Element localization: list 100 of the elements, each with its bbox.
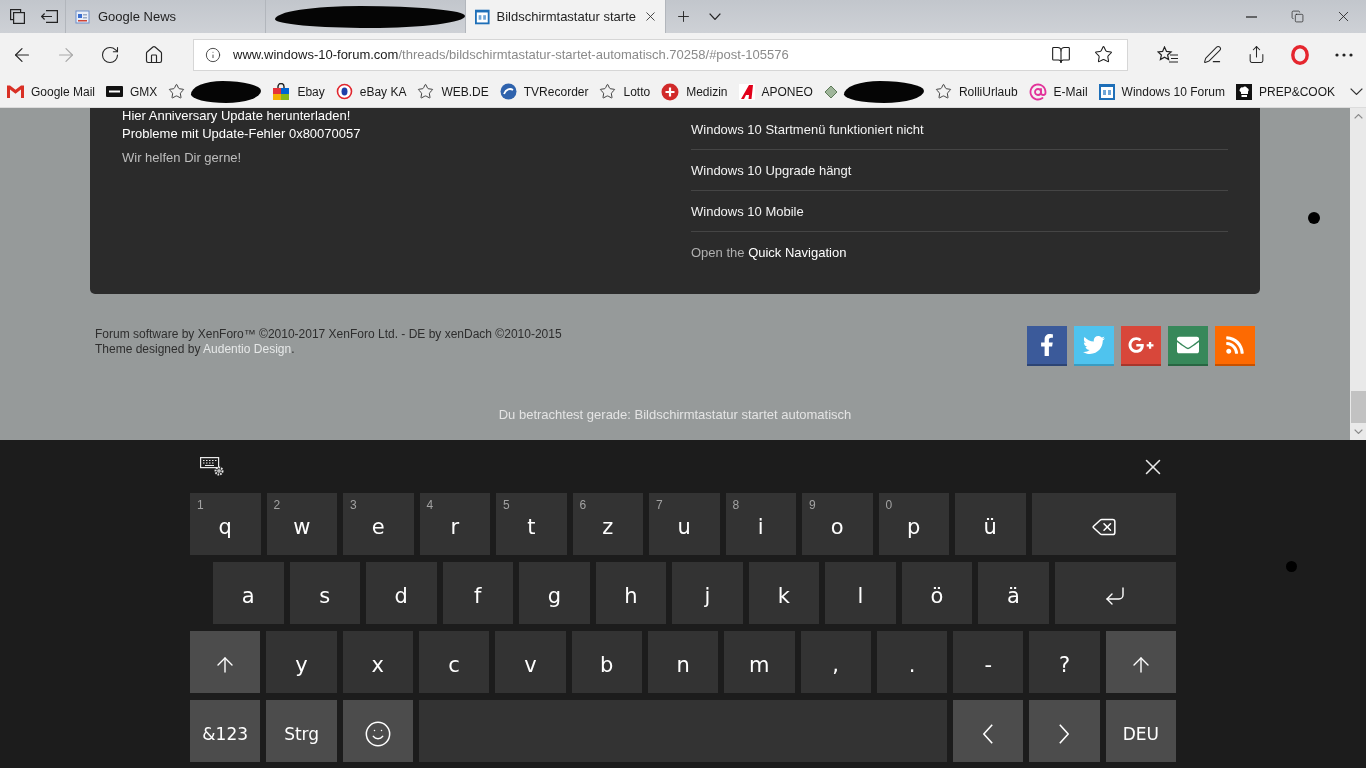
chevron-up-icon — [1353, 114, 1363, 119]
character-key[interactable]: . — [876, 631, 948, 693]
character-key[interactable]: v — [495, 631, 566, 693]
character-key[interactable]: l — [825, 562, 896, 624]
character-key[interactable]: ü — [955, 493, 1026, 555]
mail-icon — [7, 85, 24, 98]
star-icon — [1094, 45, 1113, 64]
plus-circle-icon — [661, 82, 680, 101]
character-key[interactable]: - — [953, 631, 1024, 693]
character-key[interactable]: m — [724, 631, 795, 693]
at-sign-icon — [1028, 82, 1047, 101]
rss-button[interactable] — [1215, 326, 1255, 366]
character-key[interactable]: b — [571, 631, 642, 693]
character-key[interactable]: 1 q — [190, 493, 261, 555]
shift-key[interactable] — [1105, 631, 1177, 693]
character-key[interactable]: g — [519, 562, 590, 624]
emoji-key[interactable] — [342, 700, 414, 762]
favorite-link[interactable]: Google Mail — [7, 84, 96, 99]
character-key[interactable]: , — [800, 631, 871, 693]
twitter-icon — [1083, 334, 1105, 356]
character-key[interactable]: s — [289, 562, 361, 624]
favorite-link[interactable]: Lotto — [599, 83, 651, 100]
tab[interactable] — [265, 0, 465, 33]
google-plus-button[interactable] — [1121, 326, 1161, 366]
ring-icon — [335, 83, 353, 100]
character-key[interactable]: a — [213, 562, 284, 624]
character-key[interactable]: ä — [978, 562, 1049, 624]
character-key[interactable]: 8 i — [725, 493, 796, 555]
quick-navigation-link[interactable]: Quick Navigation — [748, 245, 847, 260]
email-button[interactable] — [1168, 326, 1208, 366]
character-key[interactable]: 4 r — [419, 493, 490, 555]
character-key[interactable]: j — [672, 562, 743, 624]
favorite-link[interactable]: Windows 10 Forum — [1098, 83, 1225, 100]
character-key[interactable]: 5 t — [496, 493, 567, 555]
character-key[interactable]: d — [366, 562, 437, 624]
tab[interactable]: Bildschirmtastatur starte — [465, 0, 665, 33]
character-key[interactable]: h — [595, 562, 667, 624]
character-key[interactable]: 3 e — [343, 493, 414, 555]
character-key[interactable]: 2 w — [266, 493, 337, 555]
function-key[interactable]: Strg — [266, 700, 337, 762]
character-key[interactable]: y — [266, 631, 337, 693]
function-key[interactable]: DEU — [1105, 700, 1176, 762]
star-icon — [168, 83, 186, 100]
character-key[interactable]: x — [342, 631, 413, 693]
backspace-key[interactable] — [1031, 493, 1176, 555]
newspaper-icon — [75, 8, 91, 25]
dot-icon — [1286, 561, 1297, 572]
thread-link[interactable]: Windows 10 Mobile — [691, 203, 804, 219]
favorites-list-icon — [1157, 45, 1179, 64]
chevron-down-icon — [709, 13, 721, 20]
character-key[interactable]: f — [442, 562, 514, 624]
facebook-button[interactable] — [1027, 326, 1067, 366]
character-key[interactable]: ö — [901, 562, 973, 624]
character-key[interactable]: n — [647, 631, 719, 693]
character-key[interactable]: k — [748, 562, 820, 624]
left-key[interactable] — [952, 700, 1024, 762]
info-icon — [205, 46, 221, 63]
close-tab-button[interactable] — [643, 9, 658, 24]
character-key[interactable]: 0 p — [878, 493, 949, 555]
thread-link[interactable]: Hier Anniversary Update herunterladen! — [122, 108, 351, 124]
character-key[interactable]: c — [418, 631, 490, 693]
window-icon — [1098, 83, 1115, 100]
favorite-link[interactable]: GMX — [106, 84, 158, 99]
book-icon — [1050, 44, 1071, 65]
favorite-link[interactable]: APONEO — [738, 83, 813, 100]
minimize-icon — [1245, 15, 1257, 18]
thread-link[interactable]: Windows 10 Upgrade hängt — [691, 162, 852, 178]
favorite-link[interactable]: PREP&COOK — [1235, 83, 1335, 100]
favorite-link[interactable]: Ebay — [272, 82, 325, 101]
scrollbar-thumb[interactable] — [1350, 391, 1366, 423]
plus-icon — [675, 8, 692, 25]
star-icon — [934, 83, 952, 100]
restore-icon — [1290, 10, 1304, 23]
twitter-button[interactable] — [1074, 326, 1114, 366]
character-key[interactable]: 7 u — [649, 493, 720, 555]
favorite-link[interactable]: E-Mail — [1028, 82, 1088, 101]
refresh-icon — [100, 44, 120, 65]
favorite-link[interactable]: Medizin — [661, 82, 728, 101]
character-key[interactable]: 6 z — [572, 493, 643, 555]
function-key[interactable]: &123 — [190, 700, 261, 762]
address-field[interactable]: www.windows-10-forum.com/threads/bildschirmtastatur-startet-automatisch.70258/#post-105576 — [193, 38, 1128, 71]
pen-icon — [1202, 45, 1222, 64]
copyright-text: Forum software by XenForo™ ©2010-2017 XenForo Ltd. - DE by xenDach ©2010-2015 — [95, 327, 562, 342]
character-key[interactable]: 9 o — [802, 493, 873, 555]
tabs-icon — [9, 9, 25, 24]
keyboard-settings-icon — [200, 457, 224, 476]
character-key[interactable]: ? — [1029, 631, 1100, 693]
thread-link[interactable]: Probleme mit Update-Fehler 0x80070057 — [122, 126, 361, 142]
envelope-icon — [1177, 334, 1199, 356]
favorite-link[interactable]: TVRecorder — [499, 83, 589, 100]
thread-link[interactable]: Windows 10 Startmenü funktioniert nicht — [691, 121, 924, 137]
triangle-icon — [738, 83, 755, 100]
logo-tile-icon — [1235, 83, 1252, 100]
star-icon — [417, 83, 435, 100]
favorite-link[interactable]: WEB.DE — [417, 83, 489, 100]
disc-icon — [499, 83, 517, 100]
keyboard-settings-button[interactable] — [200, 457, 224, 476]
tag-icon — [823, 84, 838, 99]
favorite-link[interactable]: eBay KA — [335, 83, 407, 100]
favorite-link[interactable]: RolliUrlaub — [934, 83, 1018, 100]
